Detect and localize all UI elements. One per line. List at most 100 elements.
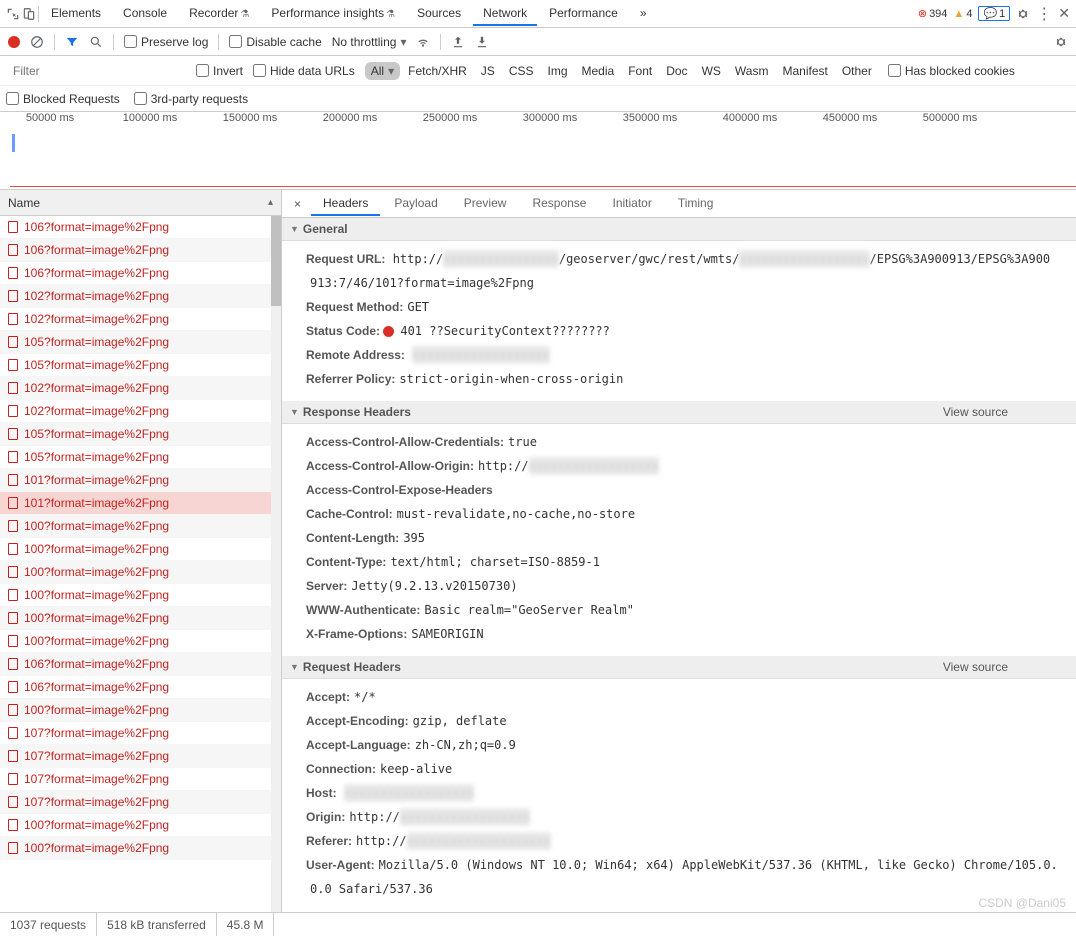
clear-icon[interactable]: [30, 35, 44, 49]
document-icon: [8, 566, 18, 578]
request-row[interactable]: 107?format=image%2Fpng: [0, 768, 281, 791]
wifi-icon[interactable]: [416, 35, 430, 49]
type-filter-all[interactable]: All: [365, 62, 400, 80]
close-detail-icon[interactable]: ×: [286, 197, 309, 211]
request-row[interactable]: 100?format=image%2Fpng: [0, 699, 281, 722]
request-row[interactable]: 100?format=image%2Fpng: [0, 607, 281, 630]
request-row[interactable]: 100?format=image%2Fpng: [0, 814, 281, 837]
gear-icon[interactable]: [1054, 35, 1068, 49]
type-filter-ws[interactable]: WS: [696, 62, 727, 80]
gear-icon[interactable]: [1016, 7, 1030, 21]
tab-sources[interactable]: Sources: [407, 2, 471, 26]
tab-payload[interactable]: Payload: [382, 192, 449, 216]
third-party-checkbox[interactable]: 3rd-party requests: [134, 92, 248, 106]
request-row[interactable]: 107?format=image%2Fpng: [0, 722, 281, 745]
timeline-tick: 200000 ms: [300, 112, 400, 130]
error-count[interactable]: 394: [918, 7, 948, 20]
throttling-select[interactable]: No throttling: [332, 35, 407, 49]
download-icon[interactable]: [475, 35, 489, 49]
request-row[interactable]: 101?format=image%2Fpng: [0, 492, 281, 515]
request-row[interactable]: 106?format=image%2Fpng: [0, 216, 281, 239]
request-row[interactable]: 105?format=image%2Fpng: [0, 331, 281, 354]
view-source-link[interactable]: View source: [943, 405, 1008, 419]
www-authenticate: WWW-Authenticate:Basic realm="GeoServer …: [306, 598, 1076, 622]
request-row[interactable]: 100?format=image%2Fpng: [0, 515, 281, 538]
message-count[interactable]: 1: [978, 6, 1010, 21]
record-button[interactable]: [8, 36, 20, 48]
view-source-link[interactable]: View source: [943, 660, 1008, 674]
request-row[interactable]: 100?format=image%2Fpng: [0, 837, 281, 860]
request-row[interactable]: 105?format=image%2Fpng: [0, 423, 281, 446]
disable-cache-checkbox[interactable]: Disable cache: [229, 35, 321, 49]
filter-input[interactable]: [6, 60, 186, 82]
inspect-icon[interactable]: [6, 7, 20, 21]
hide-data-urls-checkbox[interactable]: Hide data URLs: [253, 64, 355, 78]
close-icon[interactable]: ✕: [1058, 5, 1070, 22]
overview-timeline[interactable]: 50000 ms100000 ms150000 ms200000 ms25000…: [0, 112, 1076, 190]
request-row[interactable]: 100?format=image%2Fpng: [0, 584, 281, 607]
request-row[interactable]: 106?format=image%2Fpng: [0, 239, 281, 262]
type-filter-css[interactable]: CSS: [503, 62, 540, 80]
type-filter-manifest[interactable]: Manifest: [776, 62, 833, 80]
invert-checkbox[interactable]: Invert: [196, 64, 243, 78]
tab-console[interactable]: Console: [113, 2, 177, 26]
tab-elements[interactable]: Elements: [41, 2, 111, 26]
scrollbar-thumb[interactable]: [271, 216, 281, 306]
device-icon[interactable]: [22, 7, 36, 21]
type-filter-fetch/xhr[interactable]: Fetch/XHR: [402, 62, 473, 80]
content-type: Content-Type:text/html; charset=ISO-8859…: [306, 550, 1076, 574]
type-filter-js[interactable]: JS: [475, 62, 501, 80]
request-row[interactable]: 106?format=image%2Fpng: [0, 676, 281, 699]
tab-timing[interactable]: Timing: [666, 192, 726, 216]
tab-recorder[interactable]: Recorder: [179, 2, 259, 26]
filter-icon[interactable]: [65, 35, 79, 49]
request-row[interactable]: 105?format=image%2Fpng: [0, 446, 281, 469]
content-length: Content-Length:395: [306, 526, 1076, 550]
type-filter-media[interactable]: Media: [576, 62, 621, 80]
request-row[interactable]: 100?format=image%2Fpng: [0, 561, 281, 584]
request-row[interactable]: 106?format=image%2Fpng: [0, 262, 281, 285]
scrollbar[interactable]: [271, 216, 281, 912]
name-column-header[interactable]: Name: [0, 190, 281, 216]
request-row[interactable]: 105?format=image%2Fpng: [0, 354, 281, 377]
warning-count[interactable]: 4: [953, 8, 972, 20]
request-row[interactable]: 100?format=image%2Fpng: [0, 630, 281, 653]
tab-network[interactable]: Network: [473, 2, 537, 26]
devtools-tabs: Elements Console Recorder Performance in…: [0, 0, 1076, 28]
preserve-log-checkbox[interactable]: Preserve log: [124, 35, 208, 49]
tab-performance[interactable]: Performance: [539, 2, 628, 26]
document-icon: [8, 336, 18, 348]
request-row[interactable]: 107?format=image%2Fpng: [0, 745, 281, 768]
request-headers-header[interactable]: Request HeadersView source: [282, 656, 1076, 679]
blocked-requests-checkbox[interactable]: Blocked Requests: [6, 92, 120, 106]
tab-initiator[interactable]: Initiator: [600, 192, 663, 216]
type-filter-doc[interactable]: Doc: [660, 62, 693, 80]
search-icon[interactable]: [89, 35, 103, 49]
request-row[interactable]: 100?format=image%2Fpng: [0, 538, 281, 561]
general-section-header[interactable]: General: [282, 218, 1076, 241]
request-row[interactable]: 102?format=image%2Fpng: [0, 400, 281, 423]
request-row[interactable]: 102?format=image%2Fpng: [0, 285, 281, 308]
tab-perf-insights[interactable]: Performance insights: [261, 2, 405, 26]
kebab-icon[interactable]: ⋮: [1036, 4, 1052, 24]
type-filter-font[interactable]: Font: [622, 62, 658, 80]
type-filter-img[interactable]: Img: [542, 62, 574, 80]
request-row[interactable]: 102?format=image%2Fpng: [0, 377, 281, 400]
type-filter-wasm[interactable]: Wasm: [729, 62, 775, 80]
timeline-tick: 350000 ms: [600, 112, 700, 130]
tabs-overflow[interactable]: »: [630, 2, 657, 26]
document-icon: [8, 267, 18, 279]
request-row[interactable]: 107?format=image%2Fpng: [0, 791, 281, 814]
tab-headers[interactable]: Headers: [311, 192, 380, 216]
response-headers-header[interactable]: Response HeadersView source: [282, 401, 1076, 424]
request-row[interactable]: 106?format=image%2Fpng: [0, 653, 281, 676]
type-filter-other[interactable]: Other: [836, 62, 878, 80]
tab-response[interactable]: Response: [520, 192, 598, 216]
upload-icon[interactable]: [451, 35, 465, 49]
request-row[interactable]: 101?format=image%2Fpng: [0, 469, 281, 492]
blocked-cookies-checkbox[interactable]: Has blocked cookies: [888, 64, 1015, 78]
tab-preview[interactable]: Preview: [452, 192, 519, 216]
document-icon: [8, 474, 18, 486]
request-row[interactable]: 102?format=image%2Fpng: [0, 308, 281, 331]
document-icon: [8, 635, 18, 647]
